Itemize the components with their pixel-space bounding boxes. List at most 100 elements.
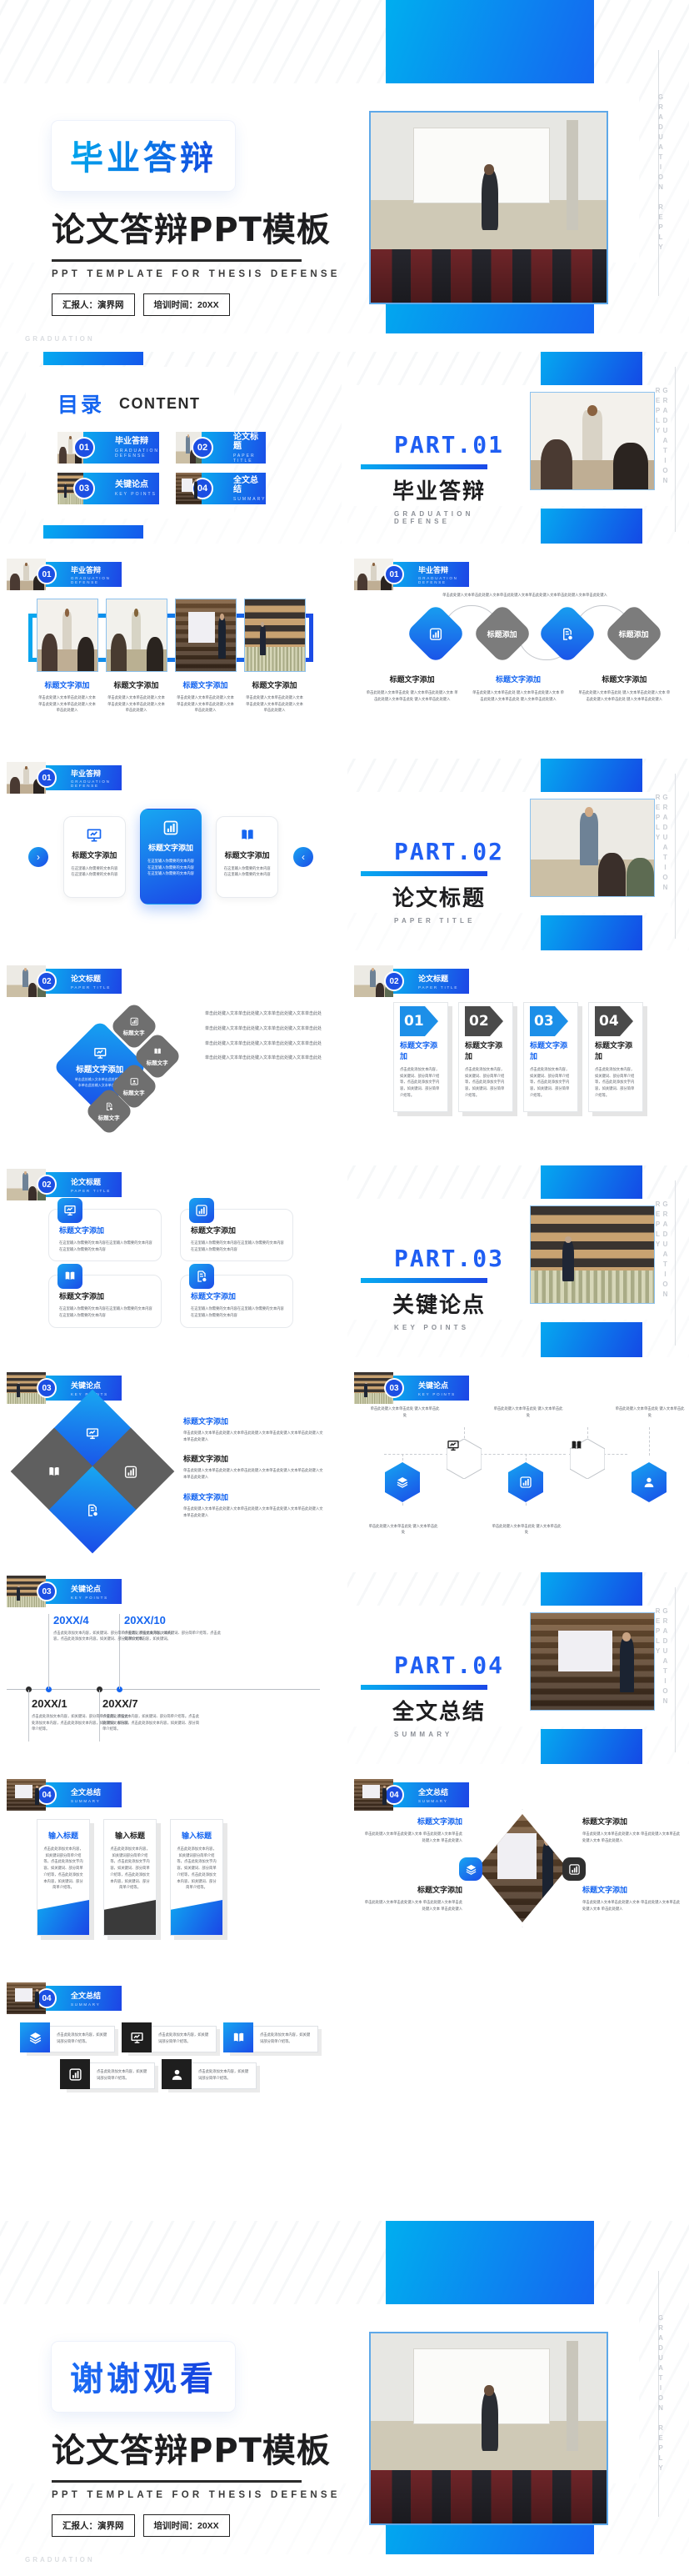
quad-item-2-title: 标题文字添加 [183,1455,229,1464]
tall-card-1[interactable]: 输入标题 点击此处添加文本内容，如关键词部分简单介绍等，点击此处添加文字内容，如… [37,1819,90,1936]
slide-cover[interactable]: GRADUATION REPLY 毕业答辩 论文答辩PPT模板 PPT TEMP… [0,0,689,333]
rhombus-bubble-right[interactable] [562,1857,586,1881]
part-03-photo [530,1205,655,1304]
slide-diamond-cluster[interactable]: 02 论文标题 PAPER TITLE 标题文字添加 单击此处输入文本单击此处输… [0,962,342,1154]
part-02-blue-bottom [541,915,642,950]
slide-numbered-cards[interactable]: 02 论文标题 PAPER TITLE 01 标题文字添加 点击此处添加文本内容… [347,962,689,1154]
rhombus-quadrant-3[interactable]: 标题文字添加 单击此处键入文本单击此处键入文本 单击此处键入文本单击此处键入文本… [362,1884,462,1912]
cover-time-box[interactable]: 培训时间：20XX [142,293,230,316]
icon-card-3[interactable]: 标题文字添加 在这里输入你需要的文本内容在这里输入你需要的文本内容在这里输入你需… [48,1264,162,1328]
numbered-card-2[interactable]: 02 标题文字添加 点击此处添加文本内容，如关键词、部分简单介绍等，点击此处添加… [458,1002,513,1112]
cover-presenter-box[interactable]: 汇报人：演界网 [52,293,135,316]
feature-card-2-body: 在这里输入你需要的文本内容在这里输入你需要的文本内容在这里输入你需要的文本内容 [147,859,194,876]
slide-header-title: 全文总结 [71,1992,102,2001]
icon-list-item-3[interactable]: 点击此处添加文本内容，如关键词部分简单介绍等。 [223,2022,318,2052]
slide-header-04c: 04 全文总结 SUMMARY [7,1982,122,2014]
icon-card-4-title: 标题文字添加 [191,1292,237,1301]
slide-icon-list[interactable]: 04 全文总结 SUMMARY 点击此处添加文本内容，如关键词部分简单介绍等。 … [0,1979,342,2179]
cover-watermark-band: GRADUATION [0,333,689,352]
rhombus-bubble-left[interactable] [459,1857,482,1881]
icon-card-1[interactable]: 标题文字添加 在这里输入你需要的文本内容在这里输入你需要的文本内容在这里输入你需… [48,1198,162,1262]
hex-label-1: 单击此处键入文本单击此处 键入文本单击此处 [368,1523,438,1535]
slide-part-01[interactable]: GRADUATION REPLY PART.01 毕业答辩 GRADUATION… [347,352,689,544]
rhombus-quadrant-1[interactable]: 标题文字添加 单击此处键入文本单击此处键入文本 单击此处键入文本单击此处键入文本… [362,1816,462,1843]
numbered-card-3-number: 03 [534,1013,554,1030]
rhombus-quadrant-2[interactable]: 标题文字添加 单击此处键入文本单击此处键入文本 单击此处键入文本单击此处键入文本… [582,1816,682,1843]
hex-node-3[interactable] [508,1462,543,1502]
icon-list-item-5-body: 点击此处添加文本内容，如关键词部分简单介绍等。 [192,2062,257,2089]
slide-three-cards-carousel[interactable]: 01 毕业答辩 GRADUATION DEFENSE › ‹ 标题文字添加 在这… [0,759,342,950]
rhombus-quadrant-4[interactable]: 标题文字添加 单击此处键入文本单击此处键入文本 单击此处键入文本单击此处键入文本… [582,1884,682,1912]
part-04-blue-bottom [541,1729,642,1764]
book-icon [223,827,271,844]
chain-col-2[interactable]: 标题文字添加 单击此处键入文本单击此处 键入文本单击此处键入文本 单击此处键入文… [472,674,564,702]
hex-node-5[interactable] [632,1462,667,1502]
tall-card-3[interactable]: 输入标题 点击此处添加文本内容，如关键词部分简单介绍等，点击此处添加文字内容，如… [170,1819,223,1936]
slide-table-of-contents[interactable]: 目录 CONTENT 01 毕业答辩 GRADUATION DEFENSE 02… [0,352,342,544]
slide-diamond-chain[interactable]: 01 毕业答辩 GRADUATION DEFENSE 单击此处键入文本单击此处键… [347,555,689,747]
numbered-card-4[interactable]: 04 标题文字添加 点击此处添加文本内容，如关键词、部分简单介绍等，点击此处添加… [588,1002,643,1112]
icon-list-item-2-body: 点击此处添加文本内容，如关键词部分简单介绍等。 [152,2026,217,2052]
icon-list-item-5[interactable]: 点击此处添加文本内容，如关键词部分简单介绍等。 [162,2059,257,2089]
icon-list-item-1[interactable]: 点击此处添加文本内容，如关键词部分简单介绍等。 [20,2022,115,2052]
photo-column-3[interactable]: 标题文字添加 单击此处键入文本单击此处键入文本 单击此处键入文本单击此处键入文本… [174,599,237,714]
photo-column-4-body: 单击此处键入文本单击此处键入文本 单击此处键入文本单击此处键入文本 单击此处键入 [246,695,303,713]
slide-tall-cards[interactable]: 04 全文总结 SUMMARY 输入标题 点击此处添加文本内容，如关键词部分简单… [0,1776,342,1967]
icon-list-item-4[interactable]: 点击此处添加文本内容，如关键词部分简单介绍等。 [60,2059,155,2089]
timeline-item-3[interactable]: 20XX/7 点击此处添加文本内容，如关键词、部分简单介绍等。点击此处添加文本内… [102,1697,202,1732]
slide-icon-card-grid[interactable]: 02 论文标题 PAPER TITLE 标题文字添加 在这里输入你需要的文本内容… [0,1165,342,1357]
slide-part-02[interactable]: GRADUATION REPLY PART.02 论文标题 PAPER TITL… [347,759,689,950]
photo-column-1[interactable]: 标题文字添加 单击此处键入文本单击此处键入文本 单击此处键入文本单击此处键入文本… [36,599,98,714]
carousel-next-button[interactable]: › [28,847,48,867]
slide-diamond-quad[interactable]: 03 关键论点 KEY POINTS [0,1369,342,1561]
feature-card-3[interactable]: 标题文字添加 在这里输入你需要的文本内容在这里输入你需要的文本内容 [216,815,279,898]
closing-presenter-box[interactable]: 汇报人：演界网 [52,2514,135,2537]
icon-list-item-2[interactable]: 点击此处添加文本内容，如关键词部分简单介绍等。 [122,2022,217,2052]
feature-card-1[interactable]: 标题文字添加 在这里输入你需要的文本内容在这里输入你需要的文本内容 [63,815,126,898]
tall-card-2[interactable]: 输入标题 点击此处添加文本内容，如关键词部分简单介绍等，点击此处添加文字内容，如… [103,1819,157,1936]
slide-hexagon-timeline[interactable]: 03 关键论点 KEY POINTS 单击此处键入文本单击此处 键入文本单击此处… [347,1369,689,1561]
toc-item-04[interactable]: 04 全文总结 SUMMARY [175,473,267,504]
chain-col-3[interactable]: 标题文字添加 单击此处键入文本单击此处 键入文本单击此处键入文本 单击此处键入文… [578,674,671,702]
slide-timeline[interactable]: 03 关键论点 KEY POINTS 20XX/4 点击此处添加文本内容，如关键… [0,1572,342,1764]
slide-part-03[interactable]: GRADUATION REPLY PART.03 关键论点 KEY POINTS [347,1165,689,1357]
carousel-prev-button[interactable]: ‹ [293,847,313,867]
icon-card-4[interactable]: 标题文字添加 在这里输入你需要的文本内容在这里输入你需要的文本内容在这里输入你需… [180,1264,293,1328]
document-icon [189,1264,214,1290]
closing-side-text: GRADUATION REPLY [657,2314,665,2474]
numbered-card-1[interactable]: 01 标题文字添加 点击此处添加文本内容，如关键词、部分简单介绍等，点击此处添加… [393,1002,448,1112]
slide-header-title: 毕业答辩 [418,565,449,574]
timeline-year-4: 20XX/10 [124,1613,166,1626]
hex-node-4[interactable] [570,1439,605,1479]
timeline-body-4: 点击此处添加文本内容，如关键词、部分简单介绍等，点击此处添加文本内容，如关键词。 [124,1630,222,1641]
slide-row-6: 03 关键论点 KEY POINTS [0,1369,689,1561]
chain-col-1[interactable]: 标题文字添加 单击此处键入文本单击此处 键入文本单击此处键入文本 单击此处键入文… [366,674,458,702]
slide-rhombus-quadrants[interactable]: 04 全文总结 SUMMARY 标题文字添加 单击此处键入文本单击此处键入文本 … [347,1776,689,1967]
photo-column-4[interactable]: 标题文字添加 单击此处键入文本单击此处键入文本 单击此处键入文本单击此处键入文本… [243,599,306,714]
hex-label-3: 单击此处键入文本单击此处 键入文本单击此处 [492,1523,562,1535]
cluster-diamond-3-label: 标题文字 [123,1090,145,1096]
quad-list-item-1[interactable]: 标题文字添加 单击此处键入文本单击此处键入文本单击此处键入文本单击此处键入文本单… [183,1416,325,1442]
slide-header-subtitle: SUMMARY [71,1798,101,1803]
photo-column-2[interactable]: 标题文字添加 单击此处键入文本单击此处键入文本 单击此处键入文本单击此处键入文本… [105,599,167,714]
part-01-photo [530,392,655,490]
quad-list-item-2[interactable]: 标题文字添加 单击此处键入文本单击此处键入文本单击此处键入文本单击此处键入文本单… [183,1453,325,1480]
closing-time-box[interactable]: 培训时间：20XX [142,2514,230,2537]
tall-card-2-body: 点击此处添加文本内容，如关键词部分简单介绍等，点击此处添加文字内容，如关键词、部… [110,1847,150,1890]
toc-item-03[interactable]: 03 关键论点 KEY POINTS [57,473,159,504]
quad-list-item-3[interactable]: 标题文字添加 单击此处键入文本单击此处键入文本单击此处键入文本单击此处键入文本单… [183,1491,325,1518]
hex-node-2[interactable] [447,1439,482,1479]
icon-card-2[interactable]: 标题文字添加 在这里输入你需要的文本内容在这里输入你需要的文本内容在这里输入你需… [180,1198,293,1262]
part-01-subtitle: GRADUATION DEFENSE [394,510,474,525]
numbered-card-3[interactable]: 03 标题文字添加 点击此处添加文本内容，如关键词、部分简单介绍等，点击此处添加… [523,1002,578,1112]
tall-card-1-title: 输入标题 [47,1832,78,1840]
slide-closing[interactable]: GRADUATION REPLY 谢谢观看 论文答辩PPT模板 PPT TEMP… [0,2221,689,2554]
slide-part-04[interactable]: GRADUATION REPLY PART.04 全文总结 SUMMARY [347,1572,689,1764]
toc-item-02[interactable]: 02 论文标题 PAPER TITLE [175,432,267,464]
slide-four-photo-columns[interactable]: 01 毕业答辩 GRADUATION DEFENSE 标题文字添加 单击此处键入… [0,555,342,747]
timeline-item-4[interactable]: 20XX/10 点击此处添加文本内容，如关键词、部分简单介绍等，点击此处添加文本… [124,1614,249,1642]
feature-card-2[interactable]: 标题文字添加 在这里输入你需要的文本内容在这里输入你需要的文本内容在这里输入你需… [139,809,202,905]
hex-node-1[interactable] [385,1462,420,1502]
toc-item-01[interactable]: 01 毕业答辩 GRADUATION DEFENSE [57,432,159,464]
bar-chart-icon [189,1198,214,1223]
